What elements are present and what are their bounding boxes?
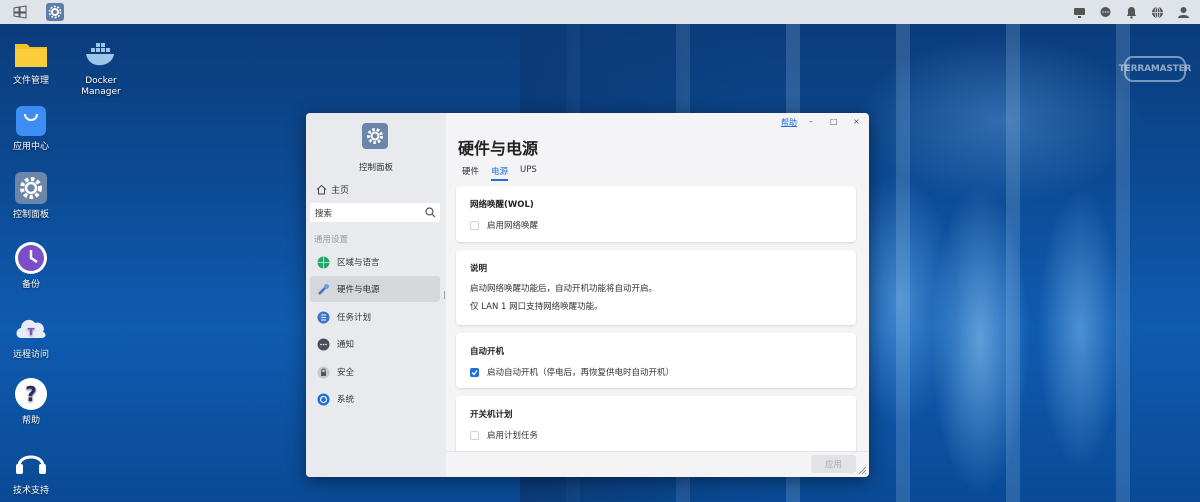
desktop-icon-backup[interactable]: 备份 xyxy=(0,240,62,291)
card-title: 说明 xyxy=(470,264,488,274)
desktop-icon-help[interactable]: ? 帮助 xyxy=(0,376,62,427)
shopping-bag-icon xyxy=(16,106,46,136)
search-input[interactable]: 搜索 xyxy=(310,203,440,222)
close-button[interactable]: × xyxy=(853,117,860,126)
desktop-icon-tech-support[interactable]: 技术支持 xyxy=(0,446,62,497)
sidebar-splitter[interactable] xyxy=(444,291,445,299)
note-line: 仅 LAN 1 网口支持网络唤醒功能。 xyxy=(470,302,603,312)
card-title: 网络唤醒(WOL) xyxy=(470,200,534,210)
folder-icon xyxy=(15,44,47,67)
user-icon[interactable] xyxy=(1177,6,1190,19)
docker-icon xyxy=(86,43,114,66)
card-wol: 网络唤醒(WOL) 启用网络唤醒 xyxy=(456,186,856,242)
start-menu-icon[interactable] xyxy=(11,3,29,21)
sidebar-item-system[interactable]: 系统 xyxy=(310,386,440,412)
card-title: 自动开机 xyxy=(470,347,505,357)
sidebar-item-hardware-power[interactable]: 硬件与电源 xyxy=(310,276,440,302)
resize-grip-icon[interactable] xyxy=(858,466,867,475)
control-panel-taskbar-icon[interactable] xyxy=(46,3,64,21)
wol-option[interactable]: 启用网络唤醒 xyxy=(470,219,842,231)
desktop-icon-control-panel[interactable]: 控制面板 xyxy=(0,170,62,221)
cloud-icon: T xyxy=(16,319,46,338)
desktop-icon-docker-manager[interactable]: Docker Manager xyxy=(70,36,132,98)
brand-logo: TERRAMASTER xyxy=(1119,56,1191,82)
list-icon xyxy=(317,311,330,324)
taskbar xyxy=(0,0,1200,24)
tab-hardware[interactable]: 硬件 xyxy=(462,165,479,181)
search-icon[interactable] xyxy=(425,207,436,218)
desktop-icon-remote-access[interactable]: T 远程访问 xyxy=(0,310,62,361)
schedule-checkbox[interactable] xyxy=(470,430,479,440)
sidebar-item-security[interactable]: 安全 xyxy=(310,359,440,385)
tab-ups[interactable]: UPS xyxy=(520,165,537,181)
card-autostart: 自动开机 启动自动开机（停电后，再恢复供电时自动开机） xyxy=(456,333,856,388)
note-line: 启动网络唤醒功能后，自动开机功能将自动开启。 xyxy=(470,284,658,294)
footer-bar xyxy=(446,451,869,477)
monitor-icon[interactable] xyxy=(1073,6,1086,19)
minimize-button[interactable]: – xyxy=(809,117,813,126)
bell-icon[interactable] xyxy=(1125,6,1138,19)
page-title: 硬件与电源 xyxy=(458,139,539,158)
gear-icon xyxy=(362,123,388,149)
sidebar-home[interactable]: 主页 xyxy=(316,183,349,196)
globe-icon[interactable] xyxy=(1151,6,1164,19)
headset-icon xyxy=(16,455,46,474)
autostart-option[interactable]: 启动自动开机（停电后，再恢复供电时自动开机） xyxy=(470,366,842,378)
clock-icon xyxy=(15,242,47,274)
card-note: 说明 启动网络唤醒功能后，自动开机功能将自动开启。 仅 LAN 1 网口支持网络… xyxy=(456,250,856,325)
help-link[interactable]: 帮助 xyxy=(781,117,797,128)
checkmark-icon xyxy=(471,369,478,375)
globe-icon xyxy=(317,256,330,269)
card-title: 开关机计划 xyxy=(470,410,513,420)
wol-checkbox[interactable] xyxy=(470,220,479,230)
question-icon: ? xyxy=(15,378,47,410)
desktop-icon-file-manager[interactable]: 文件管理 xyxy=(0,36,62,87)
autostart-checkbox[interactable] xyxy=(470,367,479,377)
control-panel-window: 控制面板 主页 搜索 通用设置 区域与语言 硬件与电源 任务计划 通知 安全 系… xyxy=(306,113,869,477)
sidebar-item-region-language[interactable]: 区域与语言 xyxy=(310,249,440,275)
sidebar-item-notification[interactable]: 通知 xyxy=(310,331,440,357)
sidebar-title: 控制面板 xyxy=(358,163,393,173)
sidebar-item-task-schedule[interactable]: 任务计划 xyxy=(310,304,440,330)
schedule-option[interactable]: 启用计划任务 xyxy=(470,429,842,441)
system-icon xyxy=(317,393,330,406)
maximize-button[interactable]: □ xyxy=(830,117,838,126)
apply-button[interactable]: 应用 xyxy=(811,455,856,473)
sidebar: 控制面板 主页 搜索 通用设置 区域与语言 硬件与电源 任务计划 通知 安全 系… xyxy=(306,113,446,477)
tab-bar: 硬件 电源 UPS xyxy=(462,165,537,181)
svg-text:T: T xyxy=(28,327,35,338)
message-icon[interactable] xyxy=(1099,6,1112,19)
sidebar-section-label: 通用设置 xyxy=(314,235,349,245)
card-schedule: 开关机计划 启用计划任务 xyxy=(456,396,856,456)
gear-icon xyxy=(15,172,47,204)
lock-icon xyxy=(317,366,330,379)
chat-icon xyxy=(317,338,330,351)
desktop-icon-app-center[interactable]: 应用中心 xyxy=(0,102,62,153)
tab-power[interactable]: 电源 xyxy=(491,165,509,181)
hardware-icon xyxy=(317,283,330,296)
main-content: 帮助 – □ × 硬件与电源 硬件 电源 UPS 网络唤醒(WOL) 启用网络唤… xyxy=(456,113,869,477)
svg-text:?: ? xyxy=(25,382,37,406)
home-icon xyxy=(316,184,327,195)
